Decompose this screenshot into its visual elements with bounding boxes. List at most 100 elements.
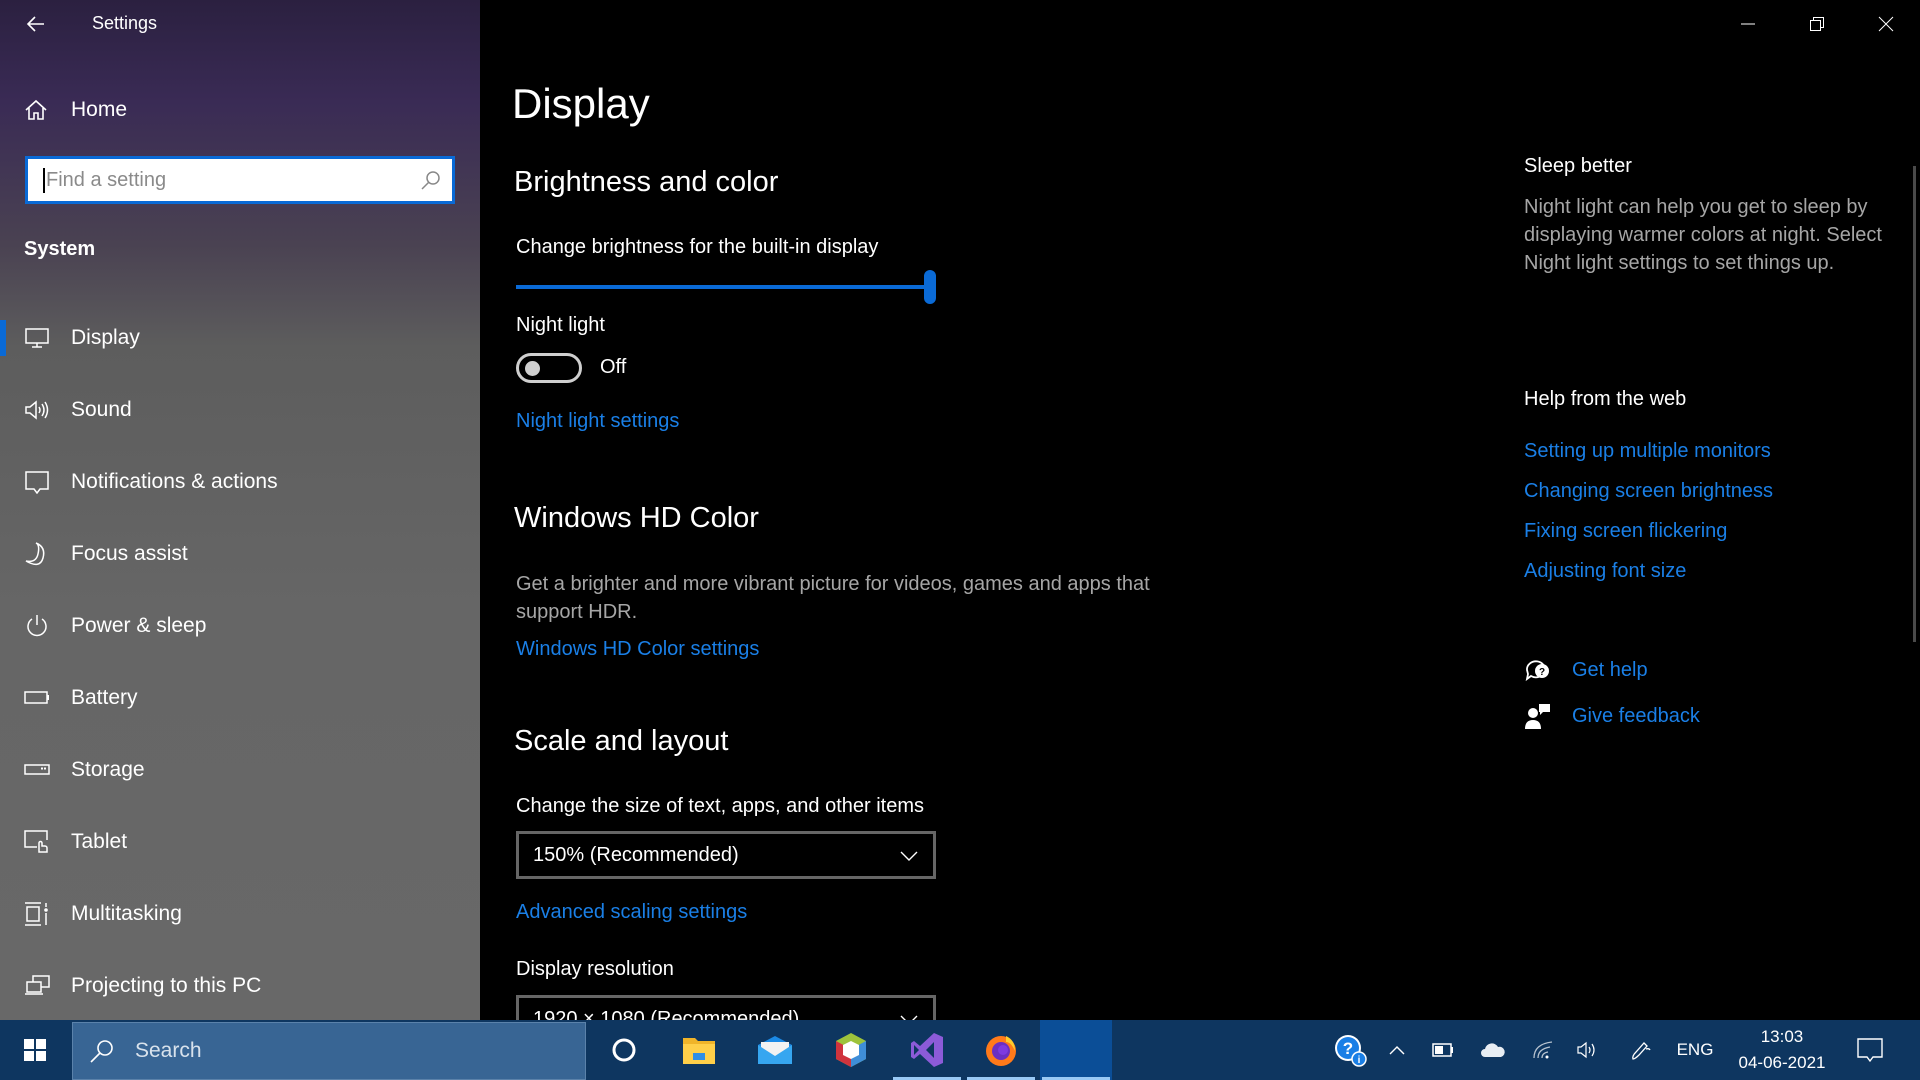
mail-icon [758, 1036, 792, 1064]
help-from-web-title: Help from the web [1524, 388, 1687, 410]
windows-logo-icon [24, 1039, 46, 1061]
onedrive-cloud-icon [1481, 1043, 1505, 1057]
sidebar-item-sound[interactable]: Sound [0, 374, 480, 446]
chevron-down-icon [900, 1015, 918, 1020]
hd-color-description: Get a brighter and more vibrant picture … [516, 573, 1150, 623]
help-tray-button[interactable]: ? i [1328, 1020, 1372, 1080]
resolution-dropdown[interactable]: 1920 × 1080 (Recommended) [516, 995, 936, 1020]
help-link[interactable]: Setting up multiple monitors [1524, 440, 1771, 463]
sidebar-item-label: Multitasking [71, 902, 182, 925]
minimize-icon [1740, 23, 1755, 25]
file-explorer-button[interactable] [663, 1020, 735, 1080]
back-arrow-icon [26, 16, 44, 32]
restore-button[interactable] [1782, 0, 1851, 48]
clock[interactable]: 13:03 04-06-2021 [1734, 1024, 1830, 1076]
give-feedback-link[interactable]: Give feedback [1524, 702, 1700, 730]
home-label: Home [71, 98, 128, 121]
firefox-button[interactable] [965, 1020, 1037, 1080]
help-link[interactable]: Adjusting font size [1524, 560, 1686, 583]
minimize-button[interactable] [1713, 0, 1782, 48]
scale-dropdown-value: 150% (Recommended) [533, 844, 739, 866]
close-button[interactable] [1851, 0, 1920, 48]
night-light-state: Off [600, 356, 627, 378]
scale-size-label: Change the size of text, apps, and other… [516, 795, 925, 817]
input-language-indicator[interactable]: ENG [1670, 1020, 1720, 1080]
svg-text:?: ? [1343, 1039, 1353, 1058]
toggle-knob [525, 361, 540, 376]
multitasking-icon [24, 901, 50, 927]
sidebar-item-label: Storage [71, 758, 145, 781]
wifi-icon [1533, 1041, 1553, 1059]
sidebar-item-tablet[interactable]: Tablet [0, 806, 480, 878]
volume-tray-button[interactable] [1572, 1020, 1602, 1080]
power-icon [24, 613, 50, 639]
pen-workspace-tray-button[interactable] [1626, 1020, 1656, 1080]
scrollbar[interactable] [1913, 166, 1916, 642]
advanced-scaling-link[interactable]: Advanced scaling settings [516, 901, 747, 924]
search-icon [90, 1040, 113, 1063]
sleep-better-description: Night light can help you get to sleep by… [1524, 196, 1882, 274]
search-icon[interactable] [420, 169, 442, 191]
brightness-slider-label: Change brightness for the built-in displ… [516, 236, 879, 258]
settings-app-button[interactable] [1040, 1020, 1112, 1080]
sidebar-item-label: Battery [71, 686, 138, 709]
help-link[interactable]: Changing screen brightness [1524, 480, 1773, 503]
chevron-down-icon [900, 851, 918, 861]
brightness-slider[interactable] [516, 270, 936, 304]
pen-icon [1632, 1042, 1651, 1060]
page-title: Display [512, 80, 650, 127]
night-light-toggle[interactable] [516, 353, 582, 383]
sidebar-item-label: Power & sleep [71, 614, 207, 637]
cortana-icon [612, 1038, 636, 1062]
brightness-slider-thumb[interactable] [924, 270, 936, 304]
sidebar-item-power-sleep[interactable]: Power & sleep [0, 590, 480, 662]
app-title: Settings [92, 13, 158, 33]
file-explorer-icon [683, 1038, 715, 1064]
find-setting-search-box[interactable] [25, 156, 455, 204]
battery-tray-button[interactable] [1428, 1020, 1458, 1080]
night-light-settings-link[interactable]: Night light settings [516, 410, 679, 433]
help-link[interactable]: Fixing screen flickering [1524, 520, 1727, 543]
svg-text:?: ? [1539, 667, 1545, 678]
visual-studio-button[interactable] [891, 1020, 963, 1080]
hd-color-settings-link[interactable]: Windows HD Color settings [516, 638, 759, 661]
sidebar-item-display[interactable]: Display [0, 302, 480, 374]
sidebar-item-battery[interactable]: Battery [0, 662, 480, 734]
sidebar-item-notifications[interactable]: Notifications & actions [0, 446, 480, 518]
get-help-icon: ? [1525, 660, 1549, 682]
sidebar-item-multitasking[interactable]: Multitasking [0, 878, 480, 950]
taskbar: Search ? i ENG 13:03 04-06-2021 [0, 1020, 1920, 1080]
sidebar-item-projecting[interactable]: Projecting to this PC [0, 950, 480, 1020]
monitor-icon [24, 325, 50, 351]
sleep-better-title: Sleep better [1524, 155, 1632, 177]
action-center-button[interactable] [1848, 1020, 1892, 1080]
netbeans-icon [836, 1033, 866, 1067]
sidebar-item-label: Sound [71, 398, 132, 421]
start-button[interactable] [0, 1020, 70, 1080]
taskbar-search-box[interactable]: Search [72, 1022, 586, 1080]
back-button[interactable] [24, 10, 48, 38]
sidebar: Settings Home System Display Sound Notif… [0, 0, 480, 1020]
give-feedback-icon [1525, 704, 1550, 729]
notification-icon [24, 469, 50, 495]
sidebar-item-label: Display [71, 326, 140, 349]
network-tray-button[interactable] [1528, 1020, 1558, 1080]
sidebar-item-focus-assist[interactable]: Focus assist [0, 518, 480, 590]
sidebar-item-label: Focus assist [71, 542, 188, 565]
cortana-button[interactable] [588, 1020, 660, 1080]
onedrive-tray-button[interactable] [1476, 1020, 1510, 1080]
tablet-icon [24, 829, 50, 855]
brightness-heading: Brightness and color [514, 166, 779, 198]
firefox-icon [986, 1036, 1016, 1066]
sidebar-item-storage[interactable]: Storage [0, 734, 480, 806]
mail-button[interactable] [739, 1020, 811, 1080]
home-link[interactable]: Home [24, 94, 127, 126]
moon-icon [24, 541, 50, 567]
get-help-link[interactable]: ? Get help [1524, 656, 1648, 684]
netbeans-button[interactable] [815, 1020, 887, 1080]
find-setting-input[interactable] [42, 159, 412, 201]
show-hidden-icons-button[interactable] [1382, 1020, 1412, 1080]
scale-dropdown[interactable]: 150% (Recommended) [516, 831, 936, 879]
sidebar-item-label: Notifications & actions [71, 470, 278, 493]
get-help-label: Get help [1572, 658, 1648, 681]
